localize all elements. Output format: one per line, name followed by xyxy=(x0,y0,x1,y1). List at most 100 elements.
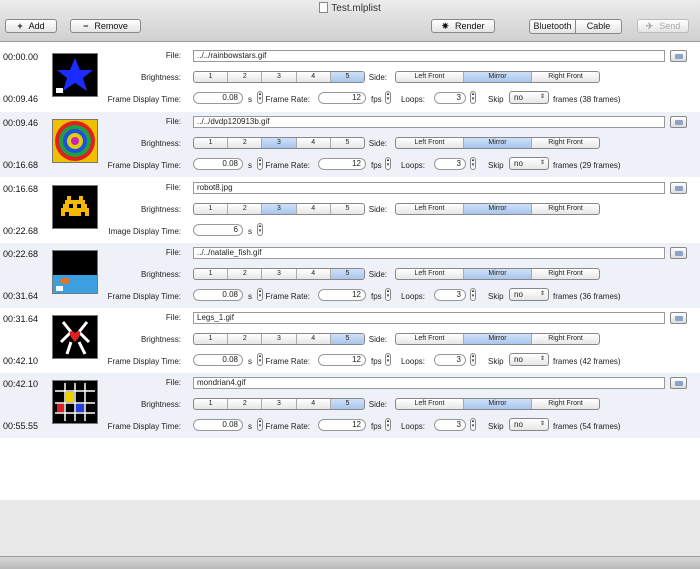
display-time-stepper[interactable]: ▴ ▾ xyxy=(257,223,263,236)
display-time-field[interactable]: 0.08 xyxy=(193,289,243,301)
brightness-selector[interactable]: 12345 xyxy=(193,203,365,215)
side-selector-option[interactable]: Mirror xyxy=(463,269,531,279)
frame-rate-stepper[interactable]: ▴ ▾ xyxy=(385,353,391,366)
frame-rate-stepper[interactable]: ▴ ▾ xyxy=(385,157,391,170)
brightness-selector-option[interactable]: 5 xyxy=(329,399,364,409)
side-selector-option[interactable]: Mirror xyxy=(463,334,531,344)
loops-field[interactable]: 3 xyxy=(434,158,466,170)
brightness-selector-option[interactable]: 5 xyxy=(329,269,364,279)
add-button[interactable]: + Add xyxy=(5,19,57,33)
brightness-selector[interactable]: 12345 xyxy=(193,137,365,149)
side-selector-option[interactable]: Right Front xyxy=(531,399,599,409)
skip-select[interactable]: no ⇕ xyxy=(509,91,549,104)
send-button[interactable]: ✈ Send xyxy=(637,19,689,33)
brightness-selector-option[interactable]: 2 xyxy=(227,204,261,214)
side-selector[interactable]: Left Front Mirror Right Front xyxy=(395,333,600,345)
connection-segmented-control[interactable]: Bluetooth Cable xyxy=(529,19,622,34)
brightness-selector-option[interactable]: 4 xyxy=(295,204,330,214)
side-selector-option[interactable]: Left Front xyxy=(396,269,463,279)
side-selector-option[interactable]: Right Front xyxy=(531,269,599,279)
frame-rate-field[interactable]: 12 xyxy=(318,289,366,301)
loops-stepper[interactable]: ▴ ▾ xyxy=(470,288,476,301)
brightness-selector-option[interactable]: 4 xyxy=(295,269,330,279)
side-selector-option[interactable]: Left Front xyxy=(396,204,463,214)
brightness-selector[interactable]: 12345 xyxy=(193,398,365,410)
side-selector-option[interactable]: Left Front xyxy=(396,138,463,148)
brightness-selector-option[interactable]: 1 xyxy=(194,399,227,409)
loops-field[interactable]: 3 xyxy=(434,419,466,431)
loops-field[interactable]: 3 xyxy=(434,289,466,301)
brightness-selector-option[interactable]: 3 xyxy=(261,72,295,82)
side-selector-option[interactable]: Mirror xyxy=(463,204,531,214)
display-time-field[interactable]: 6 xyxy=(193,224,243,236)
side-selector-option[interactable]: Left Front xyxy=(396,72,463,82)
frame-rate-field[interactable]: 12 xyxy=(318,92,366,104)
frame-rate-field[interactable]: 12 xyxy=(318,158,366,170)
brightness-selector-option[interactable]: 2 xyxy=(227,399,261,409)
side-selector-option[interactable]: Right Front xyxy=(531,204,599,214)
frame-rate-stepper[interactable]: ▴ ▾ xyxy=(385,288,391,301)
brightness-selector-option[interactable]: 3 xyxy=(261,204,296,214)
browse-folder-button[interactable] xyxy=(670,50,687,62)
brightness-selector[interactable]: 12345 xyxy=(193,333,365,345)
brightness-selector[interactable]: 12345 xyxy=(193,268,365,280)
skip-select[interactable]: no ⇕ xyxy=(509,418,549,431)
brightness-selector-option[interactable]: 2 xyxy=(227,269,261,279)
brightness-selector-option[interactable]: 2 xyxy=(227,138,261,148)
browse-folder-button[interactable] xyxy=(670,312,687,324)
playlist-row[interactable]: 00:09.46 00:16.68 File: ../../dvdp120913b.g… xyxy=(0,112,700,177)
browse-folder-button[interactable] xyxy=(670,377,687,389)
bluetooth-segment[interactable]: Bluetooth xyxy=(530,20,575,33)
render-button[interactable]: ✷ Render xyxy=(431,19,495,33)
playlist-row[interactable]: 00:22.68 00:31.64 File: ../../natalie_fish.… xyxy=(0,243,700,308)
loops-stepper[interactable]: ▴ ▾ xyxy=(470,353,476,366)
remove-button[interactable]: − Remove xyxy=(70,19,141,33)
loops-stepper[interactable]: ▴ ▾ xyxy=(470,157,476,170)
brightness-selector-option[interactable]: 3 xyxy=(261,399,295,409)
browse-folder-button[interactable] xyxy=(670,116,687,128)
brightness-selector-option[interactable]: 4 xyxy=(295,72,330,82)
side-selector[interactable]: Left Front Mirror Right Front xyxy=(395,398,600,410)
file-path-field[interactable]: mondrian4.gif xyxy=(193,377,665,389)
brightness-selector[interactable]: 12345 xyxy=(193,71,365,83)
browse-folder-button[interactable] xyxy=(670,247,687,259)
side-selector-option[interactable]: Mirror xyxy=(463,399,531,409)
brightness-selector-option[interactable]: 5 xyxy=(329,72,364,82)
playlist-row[interactable]: 00:00.00 00:09.46 File: ../../rainbowstars.… xyxy=(0,46,700,111)
display-time-field[interactable]: 0.08 xyxy=(193,354,243,366)
loops-field[interactable]: 3 xyxy=(434,92,466,104)
display-time-field[interactable]: 0.08 xyxy=(193,158,243,170)
brightness-selector-option[interactable]: 3 xyxy=(261,269,295,279)
frame-rate-stepper[interactable]: ▴ ▾ xyxy=(385,91,391,104)
side-selector-option[interactable]: Mirror xyxy=(463,138,531,148)
frame-rate-field[interactable]: 12 xyxy=(318,419,366,431)
brightness-selector-option[interactable]: 2 xyxy=(227,72,261,82)
display-time-field[interactable]: 0.08 xyxy=(193,92,243,104)
cable-segment[interactable]: Cable xyxy=(575,20,621,33)
side-selector-option[interactable]: Right Front xyxy=(531,138,599,148)
brightness-selector-option[interactable]: 5 xyxy=(329,204,364,214)
side-selector-option[interactable]: Mirror xyxy=(463,72,531,82)
skip-select[interactable]: no ⇕ xyxy=(509,288,549,301)
playlist-row[interactable]: 00:16.68 00:22.68 File: robot8.jpg Brightnes… xyxy=(0,178,700,243)
side-selector-option[interactable]: Left Front xyxy=(396,399,463,409)
side-selector[interactable]: Left Front Mirror Right Front xyxy=(395,71,600,83)
brightness-selector-option[interactable]: 3 xyxy=(261,138,296,148)
loops-field[interactable]: 3 xyxy=(434,354,466,366)
side-selector-option[interactable]: Right Front xyxy=(531,72,599,82)
side-selector-option[interactable]: Right Front xyxy=(531,334,599,344)
frame-rate-field[interactable]: 12 xyxy=(318,354,366,366)
display-time-field[interactable]: 0.08 xyxy=(193,419,243,431)
brightness-selector-option[interactable]: 1 xyxy=(194,204,227,214)
brightness-selector-option[interactable]: 1 xyxy=(194,334,227,344)
brightness-selector-option[interactable]: 1 xyxy=(194,72,227,82)
skip-select[interactable]: no ⇕ xyxy=(509,353,549,366)
brightness-selector-option[interactable]: 3 xyxy=(261,334,295,344)
skip-select[interactable]: no ⇕ xyxy=(509,157,549,170)
browse-folder-button[interactable] xyxy=(670,182,687,194)
side-selector-option[interactable]: Left Front xyxy=(396,334,463,344)
brightness-selector-option[interactable]: 5 xyxy=(329,138,364,148)
file-path-field[interactable]: ../../dvdp120913b.gif xyxy=(193,116,665,128)
brightness-selector-option[interactable]: 2 xyxy=(227,334,261,344)
frame-rate-stepper[interactable]: ▴ ▾ xyxy=(385,418,391,431)
